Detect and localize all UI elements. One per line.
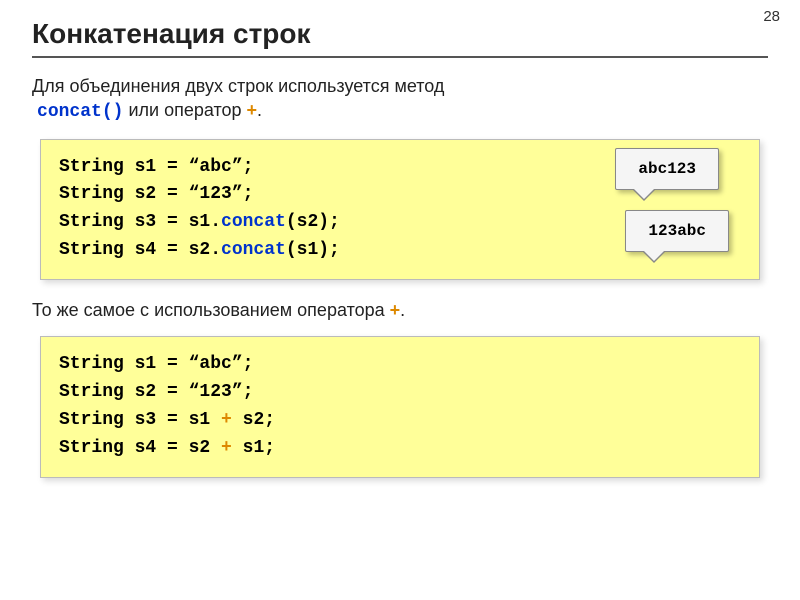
code-text: String s3 = s1. [59,212,221,232]
code-block-1: String s1 = “abc”; String s2 = “123”; St… [40,139,760,281]
middle-part1: То же самое с использованием оператора [32,300,390,320]
intro-part1: Для объединения двух строк используется … [32,76,444,96]
intro-concat: concat() [37,102,123,122]
code-text: “abc” [189,354,243,374]
page-number: 28 [763,8,780,25]
code2-line4: String s4 = s2 + s1; [59,435,741,463]
code2-line3: String s3 = s1 + s2; [59,407,741,435]
code-text: String s3 = s1 [59,410,221,430]
code-operator: + [221,410,232,430]
intro-text: Для объединения двух строк используется … [32,74,768,125]
code-text: String s1 = [59,354,189,374]
code-method: concat [221,212,286,232]
code-block-2: String s1 = “abc”; String s2 = “123”; St… [40,336,760,478]
code-text: “123” [189,184,243,204]
intro-part3: . [257,100,262,120]
code2-line2: String s2 = “123”; [59,379,741,407]
code-text: ; [243,157,254,177]
slide-title: Конкатенация строк [32,18,768,50]
code-text: “123” [189,382,243,402]
output-callout-2: 123abc [625,210,729,253]
code2-line1: String s1 = “abc”; [59,351,741,379]
middle-part2: . [400,300,405,320]
code-text: s1; [232,438,275,458]
code-text: (s2); [286,212,340,232]
code-text: String s4 = s2 [59,438,221,458]
code-method: concat [221,240,286,260]
code-text: String s2 = [59,382,189,402]
code-text: “abc” [189,157,243,177]
output-callout-1: abc123 [615,148,719,191]
title-underline [32,56,768,58]
intro-plus: + [247,100,258,120]
intro-part2: или оператор [128,100,246,120]
code-operator: + [221,438,232,458]
code-text: ; [243,184,254,204]
code-text: String s1 = [59,157,189,177]
code-text: String s4 = s2. [59,240,221,260]
code-text: ; [243,382,254,402]
middle-text: То же самое с использованием оператора +… [32,298,768,322]
code-text: (s1); [286,240,340,260]
code-text: String s2 = [59,184,189,204]
middle-plus: + [390,300,401,320]
code-text: s2; [232,410,275,430]
code-text: ; [243,354,254,374]
